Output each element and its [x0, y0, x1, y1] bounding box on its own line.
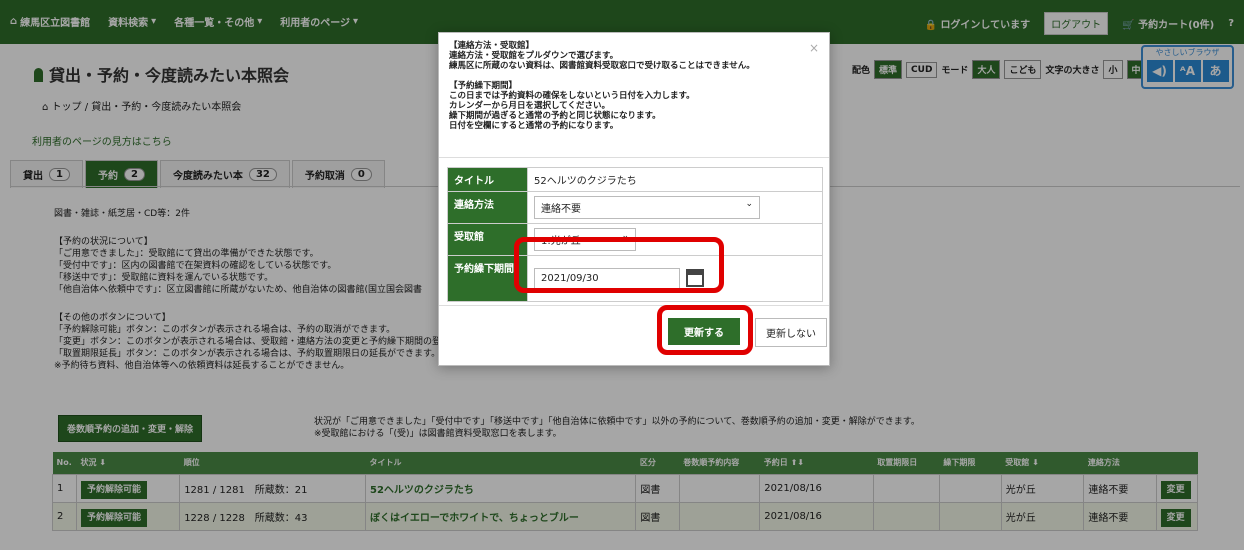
highlight-update [657, 305, 753, 355]
contact-select[interactable]: 連絡不要 ⌄ [534, 196, 760, 219]
title-label: タイトル [447, 167, 528, 192]
contact-label: 連絡方法 [447, 191, 528, 224]
modal-help-text: 【連絡方法・受取館】 連絡方法・受取館をプルダウンで選びます。 練馬区に所蔵のな… [449, 41, 755, 131]
highlight-date [514, 237, 724, 293]
contact-cell: 連絡不要 ⌄ [527, 191, 823, 224]
contact-select-value: 連絡不要 [541, 204, 581, 215]
form-row-contact: 連絡方法 連絡不要 ⌄ [447, 191, 823, 224]
form-row-title: タイトル 52ヘルツのクジラたち [447, 167, 823, 192]
divider [439, 305, 829, 306]
title-value: 52ヘルツのクジラたち [527, 167, 823, 192]
chevron-down-icon: ⌄ [745, 199, 753, 209]
edit-reservation-modal: × 【連絡方法・受取館】 連絡方法・受取館をプルダウンで選びます。 練馬区に所蔵… [438, 32, 830, 366]
no-update-button[interactable]: 更新しない [755, 318, 827, 347]
close-icon[interactable]: × [809, 41, 819, 55]
divider [439, 157, 829, 158]
